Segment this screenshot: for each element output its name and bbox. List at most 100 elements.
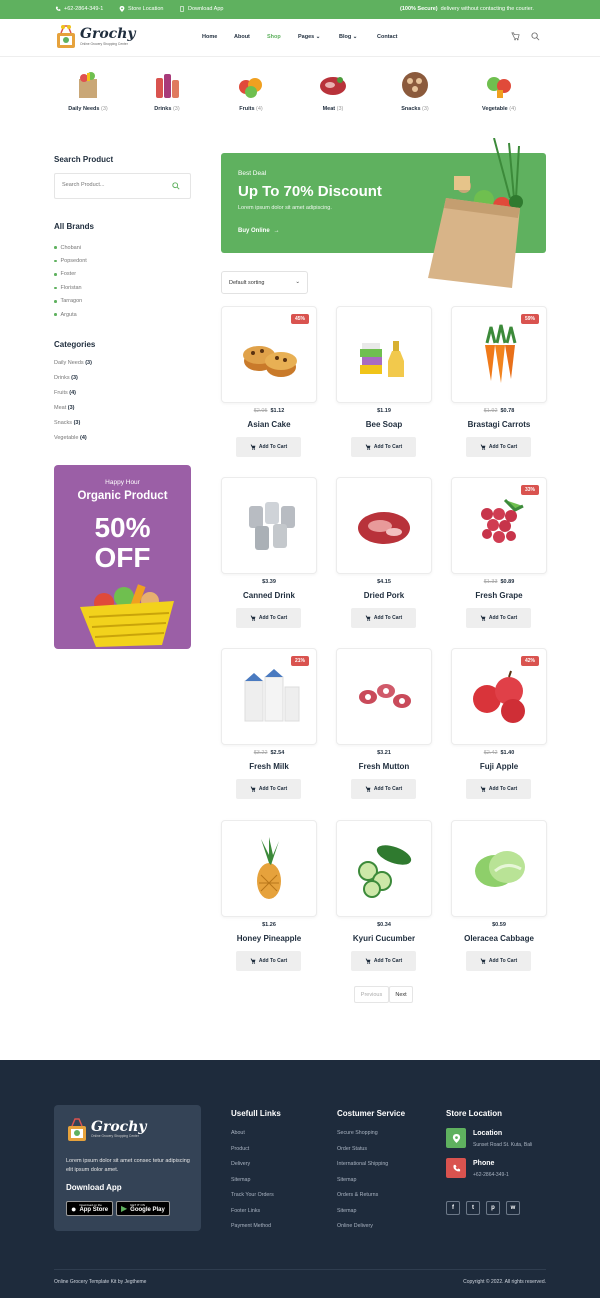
product-card[interactable] [336,820,432,917]
add-to-cart-button[interactable]: Add To Cart [236,951,301,971]
add-to-cart-button[interactable]: Add To Cart [351,608,416,628]
product-card[interactable]: 21% [221,648,317,745]
category-snacks[interactable]: Snacks (3) [375,70,455,112]
search-icon[interactable] [172,182,180,190]
footer-phone-label: Phone [473,1160,495,1167]
add-to-cart-button[interactable]: Add To Cart [351,951,416,971]
product-card[interactable] [336,477,432,574]
promo-banner[interactable]: Happy Hour Organic Product 50% OFF [54,465,191,649]
topbar-download-app[interactable]: Download App [179,6,223,12]
product-name[interactable]: Fresh Mutton [336,762,432,771]
cart-icon[interactable] [511,32,520,41]
category-vegetable[interactable]: Vegetable (4) [459,70,539,112]
category-item[interactable]: Fruits (4) [54,390,92,405]
add-to-cart-label: Add To Cart [373,786,403,792]
product-card[interactable] [451,820,547,917]
footer-link[interactable]: Footer Links [231,1208,274,1224]
add-to-cart-button[interactable]: Add To Cart [466,437,531,457]
phone-icon [446,1158,466,1178]
product-card[interactable] [336,306,432,403]
footer-link[interactable]: Delivery [231,1161,274,1177]
add-to-cart-button[interactable]: Add To Cart [466,779,531,799]
footer-link[interactable]: Track Your Orders [231,1192,274,1208]
pagination-next[interactable]: Next [389,986,413,1003]
topbar-phone[interactable]: +62-2864-349-1 [55,6,103,12]
search-icon[interactable] [531,32,540,41]
category-item[interactable]: Daily Needs (3) [54,360,92,375]
nav-blog[interactable]: Blog ⌄ [339,34,357,40]
footer-link[interactable]: About [231,1130,274,1146]
product-name[interactable]: Oleracea Cabbage [451,934,547,943]
footer-link[interactable]: Sitemap [337,1208,388,1224]
whatsapp-icon[interactable]: w [506,1201,520,1215]
product-name[interactable]: Kyuri Cucumber [336,934,432,943]
footer-link[interactable]: Product [231,1146,274,1162]
product-name[interactable]: Fresh Milk [221,762,317,771]
twitter-icon[interactable]: t [466,1201,480,1215]
search-input[interactable] [62,182,162,188]
product-card[interactable]: 33% [451,477,547,574]
category-item[interactable]: Vegetable (4) [54,435,92,450]
category-fruits[interactable]: Fruits (4) [211,70,291,112]
product-card[interactable]: 42% [451,648,547,745]
nav-contact[interactable]: Contact [377,34,397,40]
product-card[interactable] [221,820,317,917]
category-item[interactable]: Drinks (3) [54,375,92,390]
footer-logo[interactable]: Grochy Online Grocery Shopping Center [66,1116,147,1142]
pinterest-icon[interactable]: p [486,1201,500,1215]
category-meat[interactable]: Meat (3) [293,70,373,112]
product-name[interactable]: Fresh Grape [451,591,547,600]
brand-item[interactable]: Floristan [54,281,87,294]
nav-about[interactable]: About [234,34,250,40]
add-to-cart-button[interactable]: Add To Cart [466,951,531,971]
category-count: (3) [71,375,78,381]
nav-home[interactable]: Home [202,34,217,40]
brand-item[interactable]: Chobani [54,241,87,254]
product-card[interactable]: 59% [451,306,547,403]
facebook-icon[interactable]: f [446,1201,460,1215]
product-name[interactable]: Brastagi Carrots [451,420,547,429]
nav-pages[interactable]: Pages ⌄ [298,34,320,40]
category-item[interactable]: Meat (3) [54,405,92,420]
footer-link[interactable]: International Shipping [337,1161,388,1177]
product-card[interactable] [336,648,432,745]
product-name[interactable]: Dried Pork [336,591,432,600]
footer-link[interactable]: Sitemap [231,1177,274,1193]
category-item[interactable]: Snacks (3) [54,420,92,435]
footer-link[interactable]: Payment Method [231,1223,274,1239]
product-name[interactable]: Fuji Apple [451,762,547,771]
category-bar: Daily Needs (3) Drinks (3) Fruits (4) Me… [0,70,600,120]
footer-link[interactable]: Order Status [337,1146,388,1162]
product-name[interactable]: Canned Drink [221,591,317,600]
product-card[interactable] [221,477,317,574]
product-name[interactable]: Asian Cake [221,420,317,429]
brand-label: Foster [60,271,77,278]
footer-link[interactable]: Secure Shopping [337,1130,388,1146]
add-to-cart-button[interactable]: Add To Cart [351,779,416,799]
category-daily-needs[interactable]: Daily Needs (3) [48,70,128,112]
add-to-cart-button[interactable]: Add To Cart [236,437,301,457]
product-name[interactable]: Honey Pineapple [221,934,317,943]
brand-item[interactable]: Popsedont [54,254,87,267]
add-to-cart-button[interactable]: Add To Cart [351,437,416,457]
brand-item[interactable]: Arguta [54,308,87,321]
add-to-cart-button[interactable]: Add To Cart [236,608,301,628]
footer-link[interactable]: Orders & Returns [337,1192,388,1208]
buy-online-button[interactable]: Buy Online → [238,228,280,234]
add-to-cart-button[interactable]: Add To Cart [236,779,301,799]
site-logo[interactable]: Grochy Online Grocery Shopping Center [55,23,136,49]
sort-select[interactable]: Default sorting ⌄ [221,271,308,294]
category-drinks[interactable]: Drinks (3) [127,70,207,112]
footer-link[interactable]: Sitemap [337,1177,388,1193]
brand-item[interactable]: Foster [54,268,87,281]
pagination-previous[interactable]: Previous [354,986,389,1003]
brand-item[interactable]: Tarragon [54,295,87,308]
app-store-button[interactable]: ● Download on the App Store [66,1201,114,1216]
product-card[interactable]: 45% [221,306,317,403]
nav-shop[interactable]: Shop [267,34,281,40]
google-play-button[interactable]: ▶ GET IT ON Google Play [116,1201,170,1216]
footer-link[interactable]: Online Delivery [337,1223,388,1239]
topbar-store-location[interactable]: Store Location [119,6,163,12]
add-to-cart-button[interactable]: Add To Cart [466,608,531,628]
product-name[interactable]: Bee Soap [336,420,432,429]
